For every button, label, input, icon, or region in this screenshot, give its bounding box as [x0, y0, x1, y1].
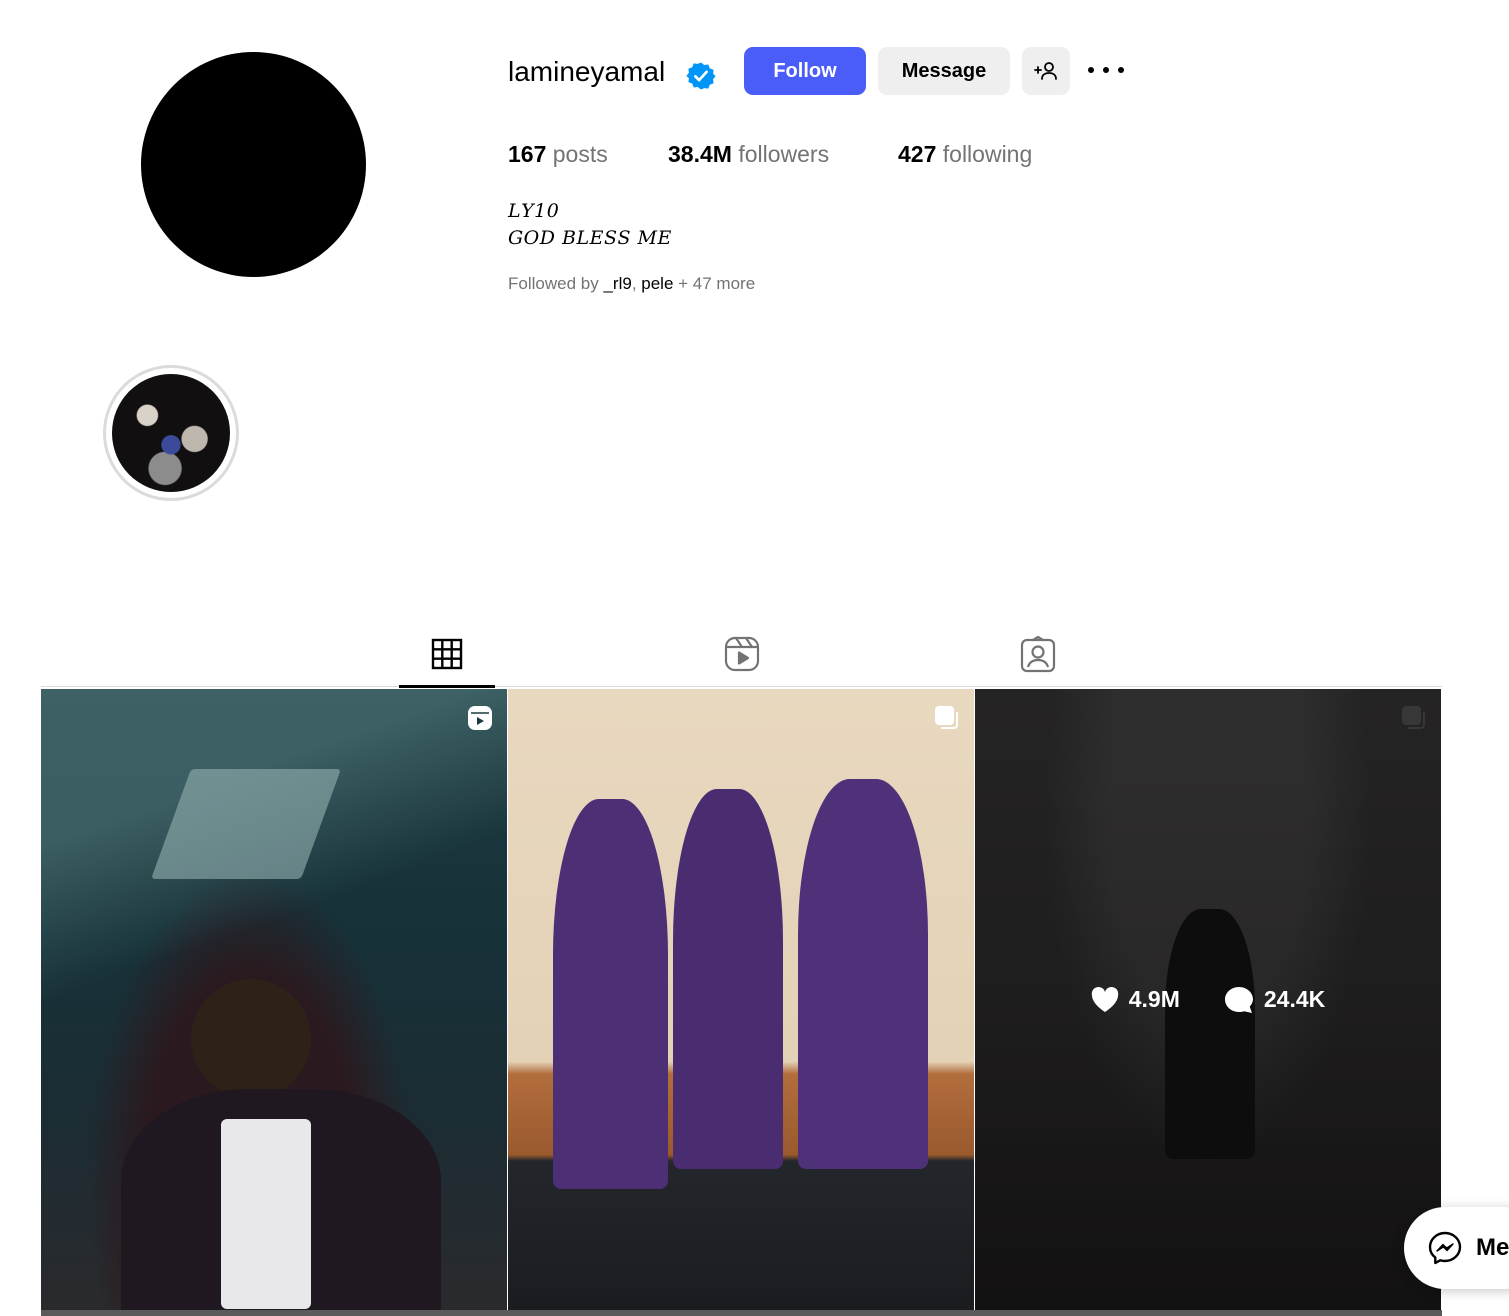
grid-icon	[431, 638, 463, 670]
followed-by-user[interactable]: pele	[641, 274, 673, 293]
highlight-cover-image	[112, 374, 230, 492]
bio-line: 𝐿𝑌10	[508, 200, 560, 222]
profile-avatar[interactable]	[141, 52, 366, 277]
post-image-shape	[798, 779, 928, 1169]
bio-line: 𝐺𝑂𝐷 𝐵𝐿𝐸𝑆𝑆 𝑀𝐸	[508, 227, 672, 249]
add-person-icon	[1034, 62, 1057, 80]
followed-by-more[interactable]: + 47 more	[678, 274, 755, 293]
next-posts-row	[41, 1310, 1442, 1316]
active-tab-indicator	[399, 685, 495, 688]
tabs-divider	[41, 686, 1442, 687]
likes-count: 4.9M	[1128, 986, 1180, 1012]
following-label: following	[942, 141, 1033, 167]
post-image-shape	[150, 769, 342, 879]
post-image-shape	[553, 799, 668, 1189]
post-image-shape	[673, 789, 783, 1169]
posts-grid: 4.9M 24.4K	[41, 689, 1442, 1316]
carousel-icon	[935, 706, 958, 729]
posts-count: 167	[508, 141, 547, 167]
followed-by[interactable]: Followed by _rl9, pele + 47 more	[508, 274, 755, 294]
post-image-shape	[191, 979, 311, 1099]
verified-badge-icon	[686, 62, 716, 90]
comment-icon	[1224, 986, 1253, 1013]
tagged-icon	[1020, 635, 1056, 673]
comments-stat: 24.4K	[1224, 986, 1325, 1014]
followed-by-prefix: Followed by	[508, 274, 599, 293]
profile-username: lamineyamal	[508, 56, 666, 87]
suggested-users-button[interactable]	[1022, 47, 1070, 95]
followers-count: 38.4M	[668, 141, 732, 167]
post-image-shape	[221, 1119, 311, 1309]
messages-button[interactable]: Me	[1404, 1207, 1509, 1289]
tab-tagged[interactable]	[1018, 634, 1058, 674]
more-options-icon[interactable]	[1088, 58, 1124, 82]
posts-stat: 167 posts	[508, 139, 608, 169]
follow-button[interactable]: Follow	[744, 47, 866, 95]
following-stat[interactable]: 427 following	[898, 139, 1032, 169]
reel-icon	[468, 706, 492, 730]
tab-posts[interactable]	[427, 634, 467, 674]
likes-stat: 4.9M	[1091, 986, 1180, 1013]
messenger-icon	[1428, 1231, 1462, 1265]
heart-icon	[1091, 986, 1118, 1012]
following-count: 427	[898, 141, 937, 167]
post-hover-overlay: 4.9M 24.4K	[975, 689, 1441, 1310]
posts-label: posts	[552, 141, 608, 167]
post-tile[interactable]	[508, 689, 974, 1310]
comments-count: 24.4K	[1263, 986, 1326, 1012]
post-tile[interactable]: 4.9M 24.4K	[975, 689, 1441, 1310]
post-tile[interactable]	[41, 689, 507, 1310]
followed-by-user[interactable]: _rl9	[603, 274, 631, 293]
followers-label: followers	[738, 141, 830, 167]
messages-label: Me	[1476, 1234, 1509, 1261]
reels-icon	[724, 636, 760, 672]
message-button[interactable]: Message	[878, 47, 1010, 95]
tab-reels[interactable]	[722, 634, 762, 674]
followers-stat[interactable]: 38.4M followers	[668, 139, 829, 169]
story-highlight[interactable]	[103, 365, 239, 501]
